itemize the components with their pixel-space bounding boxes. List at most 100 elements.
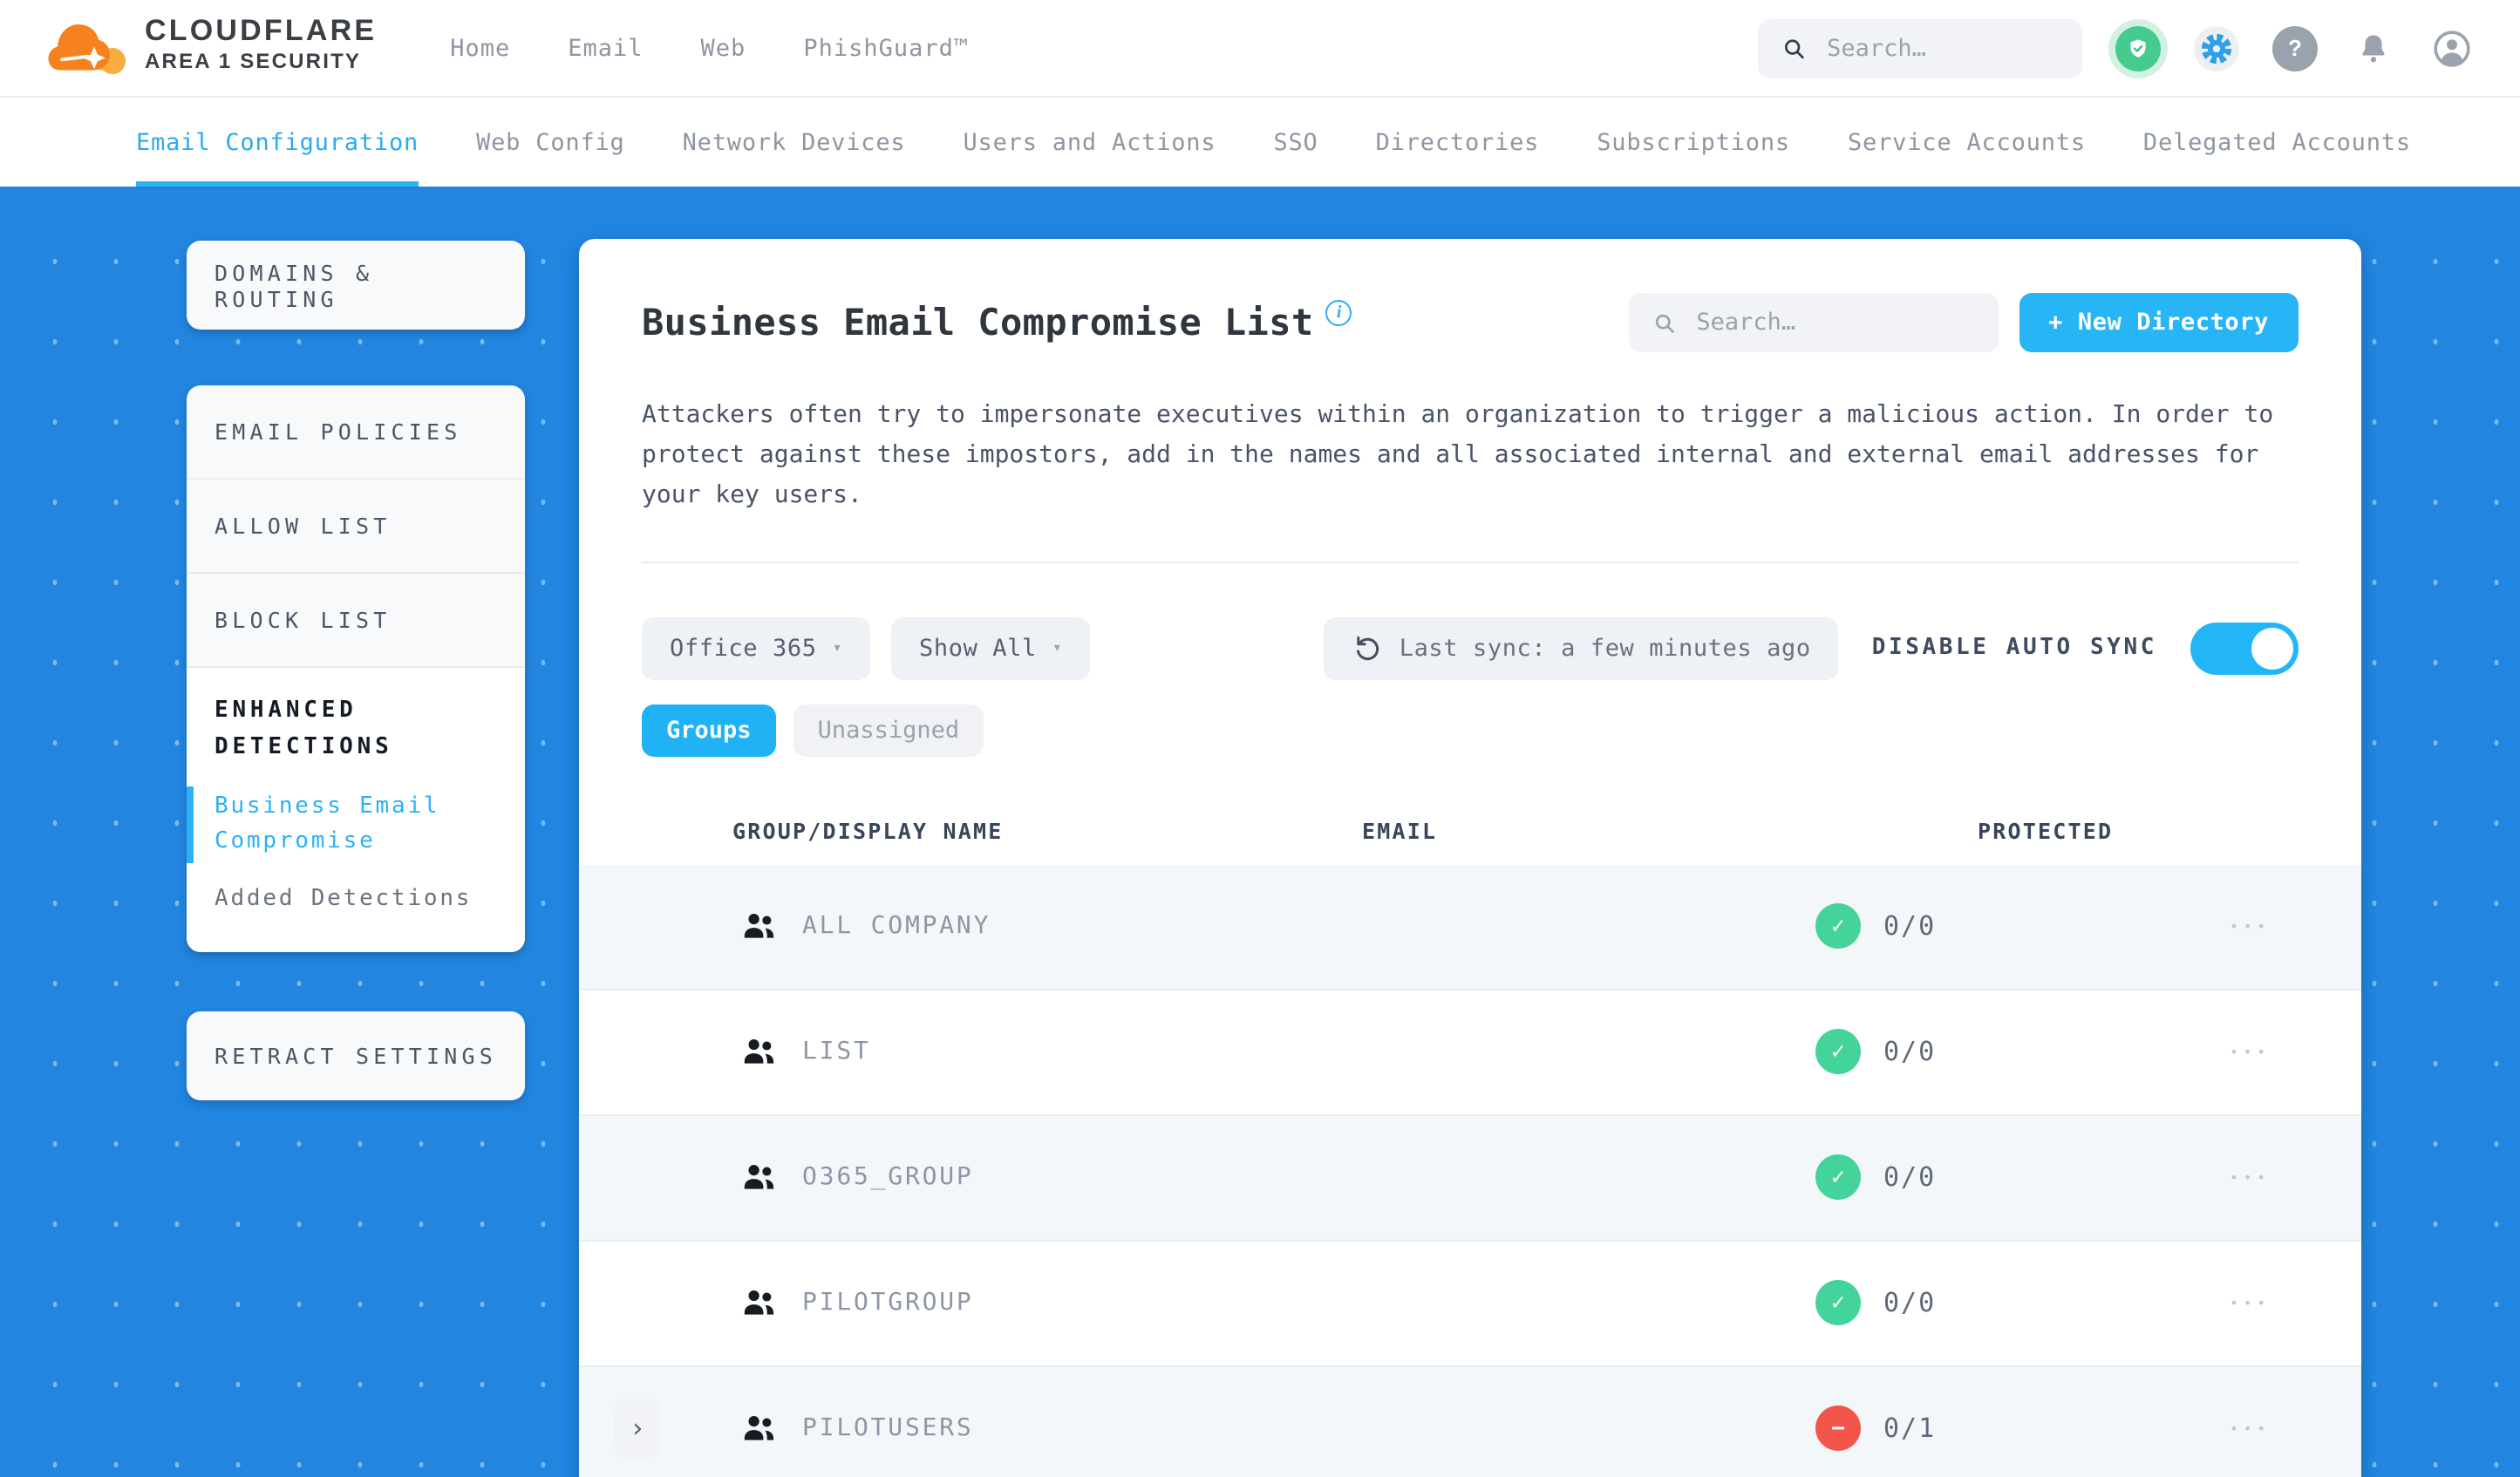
sidebar-section-enhanced-detections: ENHANCED DETECTIONS Business Email Compr… <box>187 668 525 953</box>
panel-header: Business Email Compromise List i + New D… <box>642 293 2299 352</box>
table-row[interactable]: LIST ✓ 0/0 ••• <box>579 990 2361 1116</box>
tab-email-configuration[interactable]: Email Configuration <box>136 98 419 187</box>
group-name: ALL COMPANY <box>802 912 991 941</box>
table-row[interactable]: PILOTGROUP ✓ 0/0 ••• <box>579 1242 2361 1367</box>
table-header: GROUP/DISPLAY NAME EMAIL PROTECTED <box>579 799 2361 865</box>
cloudflare-logo[interactable]: CLOUDFLARE AREA 1 SECURITY <box>47 13 378 81</box>
protected-status-badge: ✓ <box>1815 1280 1861 1326</box>
group-name: PILOTGROUP <box>802 1289 974 1317</box>
table-row[interactable]: › PILOTUSERS − 0/1 ••• <box>579 1366 2361 1477</box>
protected-status-badge: ✓ <box>1815 903 1861 950</box>
area1-security-app: CLOUDFLARE AREA 1 SECURITY Home Email We… <box>0 0 2520 1477</box>
unassigned-pill[interactable]: Unassigned <box>793 704 984 757</box>
enhanced-detections-label[interactable]: ENHANCED DETECTIONS <box>215 694 497 766</box>
protected-status-badge: − <box>1815 1406 1861 1452</box>
chevron-down-icon: ▾ <box>1052 639 1063 657</box>
group-name: O365_GROUP <box>802 1163 974 1192</box>
col-protected: PROTECTED <box>1978 818 2114 845</box>
protected-count: 0/0 <box>1883 910 1937 943</box>
section-divider <box>642 561 2299 563</box>
config-tabbar: Email Configuration Web Config Network D… <box>0 96 2520 187</box>
table-row[interactable]: ALL COMPANY ✓ 0/0 ••• <box>579 864 2361 990</box>
list-search-input[interactable] <box>1692 307 1974 338</box>
filter-row: Office 365 ▾ Show All ▾ Last sync: a few… <box>642 616 2299 680</box>
notifications-bell-icon[interactable] <box>2351 25 2396 71</box>
primary-nav: Home Email Web PhishGuard™ <box>450 34 969 62</box>
protected-status-badge: ✓ <box>1815 1154 1861 1201</box>
global-search-input[interactable] <box>1823 32 2058 64</box>
protection-status-icon[interactable] <box>2115 25 2161 71</box>
groups-pill[interactable]: Groups <box>642 704 776 757</box>
refresh-icon <box>1357 636 1379 661</box>
list-search[interactable] <box>1628 293 1999 352</box>
show-filter-select[interactable]: Show All ▾ <box>891 616 1091 680</box>
nav-phishguard[interactable]: PhishGuard™ <box>803 34 969 62</box>
col-group-display-name: GROUP/DISPLAY NAME <box>732 818 1004 845</box>
tab-users-and-actions[interactable]: Users and Actions <box>963 98 1216 187</box>
user-avatar-icon[interactable] <box>2429 25 2475 71</box>
settings-gear-icon[interactable] <box>2194 25 2239 71</box>
sidebar-item-retract-settings[interactable]: RETRACT SETTINGS <box>187 1011 525 1101</box>
col-email: EMAIL <box>1362 818 1438 845</box>
group-name: LIST <box>802 1038 871 1066</box>
cloudflare-cloud-icon <box>48 24 126 73</box>
sidebar-item-block-list[interactable]: BLOCK LIST <box>187 574 525 668</box>
last-sync-button[interactable]: Last sync: a few minutes ago <box>1324 616 1839 680</box>
tab-subscriptions[interactable]: Subscriptions <box>1597 98 1790 187</box>
view-switcher: Groups Unassigned <box>642 704 2299 757</box>
group-people-icon <box>744 1290 774 1316</box>
protected-count: 0/0 <box>1883 1287 1937 1319</box>
search-icon <box>1784 38 1804 58</box>
workspace-background: DOMAINS & ROUTING EMAIL POLICIES ALLOW L… <box>0 187 2520 1477</box>
tab-sso[interactable]: SSO <box>1273 98 1318 187</box>
toggle-knob <box>2251 627 2293 670</box>
header-actions: ? <box>1758 18 2475 78</box>
settings-sidebar: DOMAINS & ROUTING EMAIL POLICIES ALLOW L… <box>187 241 525 1101</box>
directory-select[interactable]: Office 365 ▾ <box>642 616 870 680</box>
row-menu-button[interactable]: ••• <box>2230 1296 2271 1311</box>
group-people-icon <box>744 1165 774 1190</box>
logo-brand: CLOUDFLARE <box>145 13 378 46</box>
group-name: PILOTUSERS <box>802 1414 974 1443</box>
auto-sync-toggle[interactable] <box>2190 622 2299 675</box>
sidebar-policies-card: EMAIL POLICIES ALLOW LIST BLOCK LIST ENH… <box>187 385 525 953</box>
row-menu-button[interactable]: ••• <box>2230 1421 2271 1437</box>
sidebar-item-domains-routing[interactable]: DOMAINS & ROUTING <box>187 241 525 330</box>
disable-auto-sync-label: DISABLE AUTO SYNC <box>1871 635 2157 662</box>
nav-email[interactable]: Email <box>568 34 643 62</box>
top-header: CLOUDFLARE AREA 1 SECURITY Home Email We… <box>0 0 2520 96</box>
groups-table: GROUP/DISPLAY NAME EMAIL PROTECTED ALL C… <box>579 799 2361 1477</box>
tab-web-config[interactable]: Web Config <box>476 98 625 187</box>
row-expand-button[interactable]: › <box>614 1399 661 1459</box>
nav-web[interactable]: Web <box>701 34 746 62</box>
tab-delegated-accounts[interactable]: Delegated Accounts <box>2143 98 2411 187</box>
tab-directories[interactable]: Directories <box>1376 98 1540 187</box>
row-menu-button[interactable]: ••• <box>2230 1045 2271 1060</box>
chevron-down-icon: ▾ <box>832 639 842 657</box>
new-directory-button[interactable]: + New Directory <box>2019 293 2299 352</box>
nav-home[interactable]: Home <box>450 34 510 62</box>
help-icon[interactable]: ? <box>2272 25 2318 71</box>
sidebar-item-business-email-compromise[interactable]: Business Email Compromise <box>187 786 497 864</box>
protected-count: 0/0 <box>1883 1161 1937 1194</box>
group-people-icon <box>744 1039 774 1065</box>
page-title: Business Email Compromise List <box>642 302 1314 344</box>
sidebar-item-email-policies[interactable]: EMAIL POLICIES <box>187 385 525 480</box>
group-people-icon <box>744 1416 774 1441</box>
row-menu-button[interactable]: ••• <box>2230 919 2271 935</box>
sidebar-item-allow-list[interactable]: ALLOW LIST <box>187 480 525 574</box>
row-menu-button[interactable]: ••• <box>2230 1170 2271 1186</box>
global-search[interactable] <box>1758 18 2082 78</box>
tab-service-accounts[interactable]: Service Accounts <box>1848 98 2086 187</box>
group-people-icon <box>744 914 774 939</box>
logo-subtitle: AREA 1 SECURITY <box>145 49 362 74</box>
protected-count: 0/0 <box>1883 1036 1937 1068</box>
table-row[interactable]: O365_GROUP ✓ 0/0 ••• <box>579 1115 2361 1242</box>
page-description: Attackers often try to impersonate execu… <box>642 401 2274 509</box>
bec-list-panel: Business Email Compromise List i + New D… <box>579 239 2361 1477</box>
tab-network-devices[interactable]: Network Devices <box>683 98 906 187</box>
info-icon[interactable]: i <box>1325 299 1352 325</box>
protected-count: 0/1 <box>1883 1412 1937 1445</box>
search-icon <box>1655 313 1673 332</box>
sidebar-item-added-detections[interactable]: Added Detections <box>215 882 497 917</box>
